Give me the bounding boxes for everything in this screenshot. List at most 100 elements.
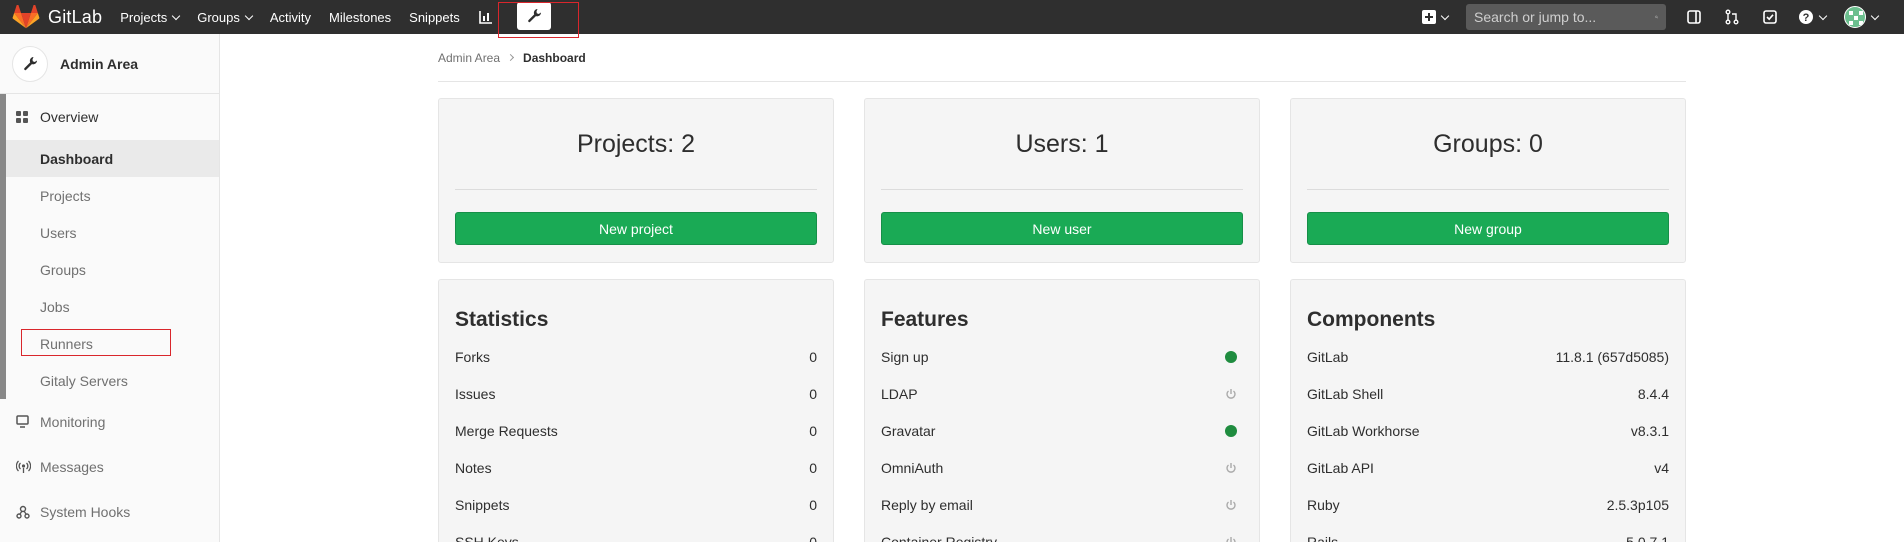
feature-label: LDAP — [881, 385, 918, 402]
new-project-button[interactable]: New project — [455, 212, 817, 245]
features-card: Features Sign up LDAP Gravatar OmniAuth … — [864, 279, 1260, 542]
chevron-down-icon — [1870, 11, 1880, 20]
components-card: Components GitLab 11.8.1 (657d5085) GitLa… — [1290, 279, 1686, 542]
sidebar-item-monitoring[interactable]: Monitoring — [0, 399, 219, 444]
broadcast-icon — [16, 460, 32, 474]
nav-groups-label: Groups — [197, 9, 240, 25]
stat-label: Forks — [455, 348, 490, 365]
feature-label: Sign up — [881, 348, 929, 365]
nav-menu: Projects Groups Activity Milestones Snip… — [120, 0, 506, 34]
component-row: Ruby 2.5.3p105 — [1307, 486, 1669, 523]
highlight-box-admin — [498, 2, 579, 38]
breadcrumb: Admin Area Dashboard — [438, 34, 1686, 82]
todos-button[interactable] — [1760, 7, 1780, 27]
stat-value: 0 — [809, 385, 817, 402]
sidebar-toggle-button[interactable] — [1684, 7, 1704, 27]
nav-snippets[interactable]: Snippets — [409, 10, 460, 25]
wrench-icon — [24, 56, 38, 70]
components-title: Components — [1307, 308, 1436, 331]
svg-text:?: ? — [1803, 12, 1810, 24]
feature-label: Reply by email — [881, 496, 973, 513]
feature-label: Gravatar — [881, 422, 936, 439]
statistics-row: Snippets 0 — [455, 486, 817, 523]
sidebar-item-overview-label: Overview — [40, 109, 99, 125]
nav-groups[interactable]: Groups — [197, 9, 254, 25]
sidebar-item-jobs-label: Jobs — [40, 298, 70, 315]
sidebar-item-users[interactable]: Users — [0, 214, 219, 251]
sidebar-item-gitaly-servers-label: Gitaly Servers — [40, 372, 128, 389]
sidebar-item-system-hooks-label: System Hooks — [40, 503, 131, 520]
component-row: GitLab API v4 — [1307, 449, 1669, 486]
merge-requests-button[interactable] — [1722, 7, 1742, 27]
nav-analytics[interactable] — [478, 9, 494, 25]
sidebar-item-messages[interactable]: Messages — [0, 444, 219, 489]
component-label: GitLab Workhorse — [1307, 422, 1420, 439]
stat-value: 0 — [809, 348, 817, 365]
statistics-title: Statistics — [455, 308, 549, 331]
feature-row: LDAP — [881, 375, 1243, 412]
sidebar-item-projects-label: Projects — [40, 187, 91, 204]
plus-square-icon — [1422, 10, 1436, 24]
breadcrumb-admin-area[interactable]: Admin Area — [438, 51, 500, 65]
brand-name: GitLab — [48, 6, 103, 27]
search-box[interactable] — [1466, 4, 1666, 30]
stat-label: SSH Keys — [455, 533, 519, 542]
component-label: GitLab Shell — [1307, 385, 1384, 402]
chevron-down-icon — [1818, 11, 1828, 20]
highlight-box-runners — [21, 329, 171, 356]
new-user-button[interactable]: New user — [881, 212, 1243, 245]
sidebar-item-overview[interactable]: Overview — [0, 94, 219, 140]
sidebar-item-gitaly-servers[interactable]: Gitaly Servers — [0, 362, 219, 399]
user-menu-dropdown[interactable] — [1844, 6, 1880, 28]
sidebar-item-users-label: Users — [40, 224, 77, 241]
sidebar-item-groups-label: Groups — [40, 261, 86, 278]
nav-activity[interactable]: Activity — [270, 10, 311, 25]
search-input[interactable] — [1474, 9, 1655, 25]
gitlab-logo-icon — [12, 5, 40, 29]
feature-row: Sign up — [881, 338, 1243, 375]
feature-label: Container Registry — [881, 533, 997, 542]
search-icon[interactable] — [1655, 10, 1658, 24]
avatar — [1844, 6, 1866, 28]
new-dropdown[interactable] — [1422, 10, 1450, 24]
sidebar-item-messages-label: Messages — [40, 458, 104, 475]
component-row: GitLab 11.8.1 (657d5085) — [1307, 338, 1669, 375]
nav-milestones[interactable]: Milestones — [329, 10, 391, 25]
feature-row: Container Registry — [881, 523, 1243, 542]
power-off-icon — [1224, 535, 1238, 542]
statistics-card: Statistics Forks 0 Issues 0 Merge Requests… — [438, 279, 834, 542]
status-enabled-icon — [1225, 350, 1237, 363]
component-version: 11.8.1 (657d5085) — [1555, 348, 1669, 365]
new-group-button[interactable]: New group — [1307, 212, 1669, 245]
sidebar-item-groups[interactable]: Groups — [0, 251, 219, 288]
help-dropdown[interactable]: ? — [1798, 9, 1828, 25]
sidebar-item-jobs[interactable]: Jobs — [0, 288, 219, 325]
chevron-down-icon — [244, 11, 254, 20]
sidebar-item-dashboard[interactable]: Dashboard — [0, 140, 219, 177]
users-count-card: Users: 1 New user — [864, 98, 1260, 263]
breadcrumb-dashboard[interactable]: Dashboard — [523, 51, 586, 65]
groups-count-title: Groups: 0 — [1307, 99, 1669, 190]
nav-projects[interactable]: Projects — [120, 10, 181, 25]
sidebar-item-projects[interactable]: Projects — [0, 177, 219, 214]
sidebar-item-monitoring-label: Monitoring — [40, 413, 106, 430]
component-version: 2.5.3p105 — [1606, 496, 1669, 513]
nav-milestones-label: Milestones — [329, 9, 392, 25]
sidebar-header[interactable]: Admin Area — [0, 34, 219, 94]
stat-label: Notes — [455, 459, 492, 476]
main-content: Admin Area Dashboard Projects: 2 New pro… — [438, 34, 1686, 542]
question-icon: ? — [1799, 10, 1813, 24]
admin-sidebar: Admin Area Overview Dashboard Projects U… — [0, 34, 220, 542]
power-off-icon — [1224, 387, 1238, 401]
merge-request-icon — [1725, 9, 1739, 25]
admin-area-avatar — [12, 45, 48, 82]
component-label: Ruby — [1307, 496, 1340, 513]
stat-label: Issues — [455, 385, 496, 402]
identicon-icon — [1849, 11, 1863, 25]
sidebar-item-system-hooks[interactable]: System Hooks — [0, 489, 219, 534]
status-enabled-icon — [1225, 424, 1237, 437]
nav-activity-label: Activity — [269, 9, 312, 25]
gitlab-home-link[interactable]: GitLab — [12, 0, 102, 34]
top-navbar: GitLab Projects Groups Activity Mileston… — [0, 0, 1904, 38]
component-version: 5.0.7.1 — [1626, 533, 1669, 542]
